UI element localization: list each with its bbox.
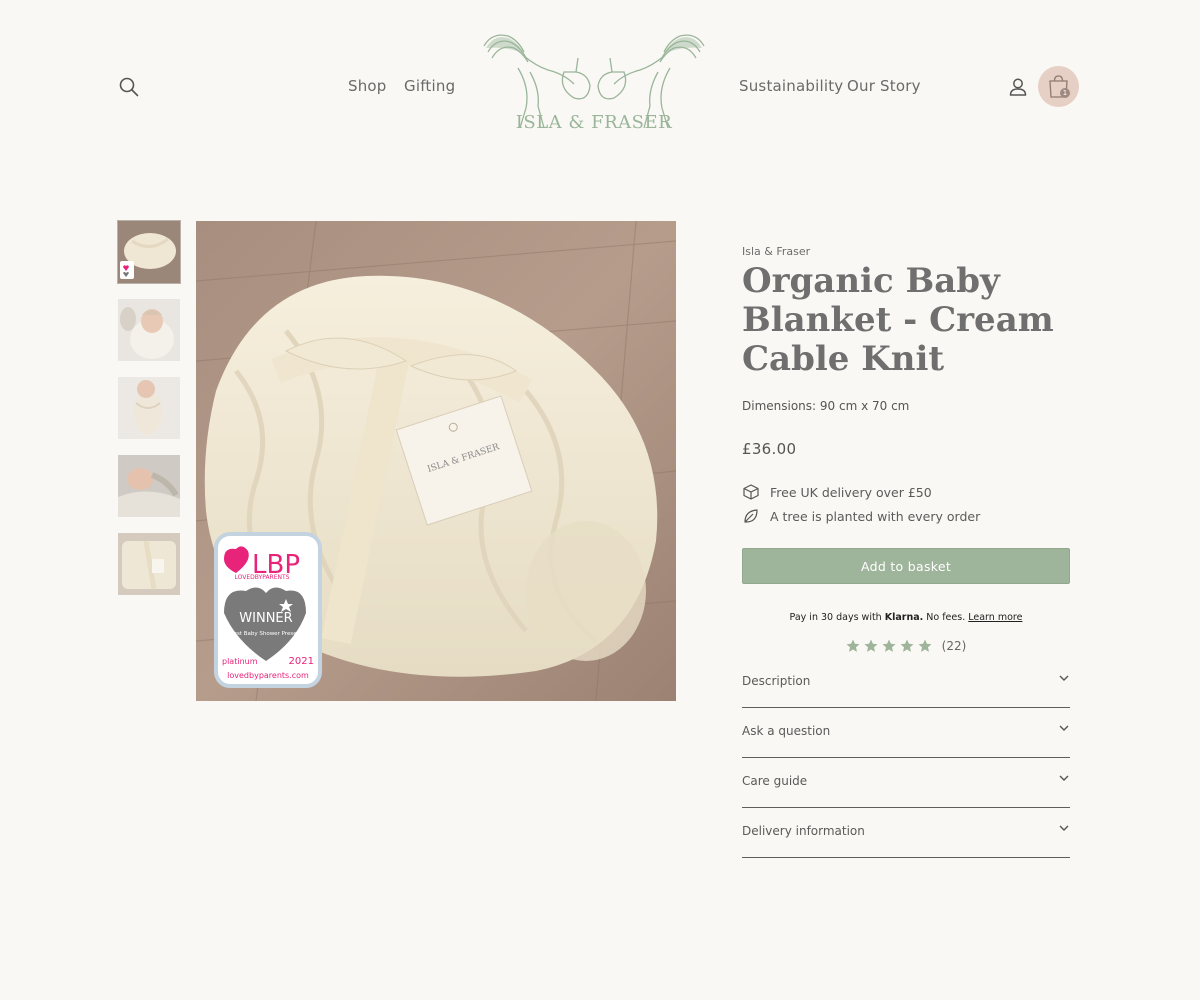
brand-logo[interactable]: ISLA & FRASER [478, 28, 710, 144]
chevron-down-icon [1059, 775, 1069, 781]
star-icon [882, 639, 896, 652]
shopping-bag-icon [1049, 75, 1068, 98]
star-icon [918, 639, 932, 652]
product-rating[interactable]: (22) [742, 639, 1070, 653]
perk-free-delivery: Free UK delivery over £50 [742, 483, 932, 501]
nav-link-shop[interactable]: Shop [348, 77, 387, 95]
klarna-message: Pay in 30 days with Klarna. No fees. Lea… [789, 612, 1023, 623]
thumbnail-5[interactable] [118, 533, 180, 595]
accordion-care-guide[interactable]: Care guide [742, 758, 1070, 808]
cart-count-badge: 1 [1060, 88, 1070, 98]
badge-year: 2021 [289, 656, 314, 667]
accordion-label: Care guide [742, 774, 808, 788]
main-product-image[interactable]: ISLA & FRASER LBP LOVEDBYPARENTS WINNER … [196, 221, 676, 701]
accordion-label: Description [742, 674, 811, 688]
perk-label: A tree is planted with every order [770, 508, 981, 524]
leaf-icon [744, 509, 758, 523]
chevron-down-icon [1059, 825, 1069, 831]
accordion-label: Delivery information [742, 824, 865, 838]
star-icon [900, 639, 914, 652]
product-vendor: Isla & Fraser [742, 245, 811, 258]
perk-tree-planted: A tree is planted with every order [742, 507, 980, 525]
rating-count: (22) [941, 639, 967, 653]
nav-link-gifting[interactable]: Gifting [404, 77, 455, 95]
accordion-delivery-info[interactable]: Delivery information [742, 808, 1070, 858]
star-icon [846, 639, 860, 652]
accordion-ask-question[interactable]: Ask a question [742, 708, 1070, 758]
klarna-learn-more-link[interactable]: Learn more [968, 612, 1022, 623]
badge-brand-sub: LOVEDBYPARENTS [235, 574, 290, 581]
chevron-down-icon [1059, 725, 1069, 731]
nav-link-sustainability[interactable]: Sustainability [739, 77, 843, 95]
cart-button[interactable]: 1 [1038, 66, 1079, 107]
add-to-basket-button[interactable]: Add to basket [742, 548, 1070, 584]
package-icon [743, 484, 759, 500]
thumbnail-1[interactable] [117, 220, 181, 284]
nav-link-our-story[interactable]: Our Story [847, 77, 921, 95]
klarna-logo: Klarna. [884, 612, 924, 623]
search-icon[interactable] [118, 76, 140, 98]
perk-label: Free UK delivery over £50 [770, 484, 932, 500]
thumbnail-2[interactable] [118, 299, 180, 361]
badge-award: WINNER [239, 611, 292, 626]
product-dimensions: Dimensions: 90 cm x 70 cm [742, 399, 910, 413]
account-icon[interactable] [1007, 76, 1029, 98]
site-header: Shop Gifting ISLA & FRASER Sustainabilit… [0, 0, 1200, 160]
chevron-down-icon [1059, 675, 1069, 681]
thumbnail-3[interactable] [118, 377, 180, 439]
badge-tier: platinum [222, 657, 258, 666]
thumbnail-4[interactable] [118, 455, 180, 517]
product-price: £36.00 [742, 440, 797, 458]
star-icon [864, 639, 878, 652]
badge-category: Best Baby Shower Present [230, 631, 303, 637]
badge-site: lovedbyparents.com [227, 671, 309, 680]
accordion-description[interactable]: Description [742, 658, 1070, 708]
logo-text: ISLA & FRASER [515, 112, 673, 133]
product-title: Organic Baby Blanket - Cream Cable Knit [742, 261, 1054, 379]
accordion-label: Ask a question [742, 724, 831, 738]
